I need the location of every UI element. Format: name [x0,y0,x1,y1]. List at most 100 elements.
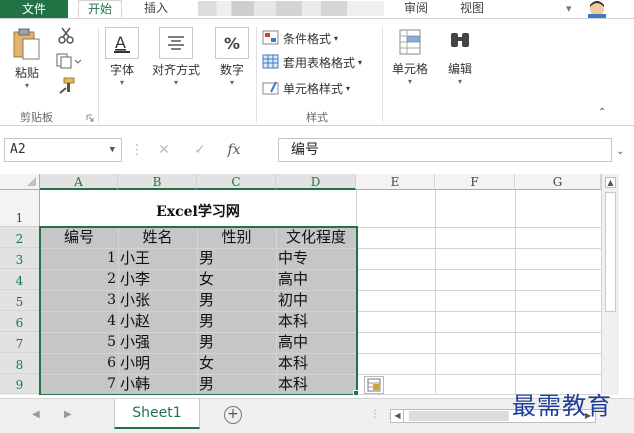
chevron-down-icon: ▾ [119,78,124,87]
editing-label: 编辑 [447,62,472,76]
tab-insert[interactable]: 插入 [136,0,176,18]
format-as-table-label: 套用表格格式 [283,55,356,70]
selection-border [39,226,358,395]
column-header-b[interactable]: B [118,174,197,190]
copy-icon[interactable] [56,53,82,69]
number-label: 数字 [219,63,244,77]
cancel-icon[interactable]: ✕ [144,142,184,158]
sheet-tab-sheet1[interactable]: Sheet1 [114,399,200,429]
row-header-7[interactable]: 7 [0,332,40,353]
conditional-format-button[interactable]: 条件格式 ▾ [262,27,338,49]
align-icon [159,27,193,59]
cell-styles-icon [262,81,279,95]
chevron-down-icon: ▾ [229,78,234,87]
ribbon: 粘贴 ▾ 剪贴板 A 字体 ▾ 对齐方式 ▾ % 数字 ▾ 条件格式 ▾ 套用表… [0,18,634,126]
cell-styles-button[interactable]: 单元格样式 ▾ [262,77,350,99]
formula-input[interactable]: 编号 [278,138,612,162]
row-header-8[interactable]: 8 [0,353,40,374]
tab-file[interactable]: 文件 [0,0,68,18]
cells-button[interactable]: 单元格 ▾ [388,27,432,87]
sheet-title[interactable]: Excel学习网 [40,202,356,222]
percent-icon: % [215,27,249,59]
format-painter-icon[interactable] [58,77,76,95]
quick-analysis-icon [367,378,381,392]
collapse-ribbon-icon[interactable]: ⌃ [598,107,606,118]
chevron-down-icon: ▾ [407,77,412,86]
scroll-thumb[interactable] [409,411,509,421]
vertical-scrollbar[interactable]: ▲ [601,174,619,395]
user-avatar[interactable] [584,0,610,20]
expand-formula-bar-icon[interactable]: ⌄ [616,146,624,157]
chevron-down-icon: ▾ [24,81,29,90]
tab-split-handle[interactable]: ⋮ [370,409,380,420]
cells-label: 单元格 [391,62,428,76]
paste-button[interactable]: 粘贴 ▾ [10,27,44,91]
formula-bar: A2 ▼ ⋮ ✕ ✓ fx 编号 ⌄ [0,134,634,166]
cells-icon [399,29,421,55]
column-header-c[interactable]: C [197,174,276,190]
format-as-table-icon [262,54,279,69]
gridline [435,190,436,395]
cut-icon[interactable] [56,27,76,45]
column-header-d[interactable]: D [276,174,356,190]
add-sheet-icon[interactable]: + [224,406,242,424]
worksheet-grid[interactable]: A B C D E F G 1 2 3 4 5 6 7 8 9 10 Excel… [0,174,601,395]
cell-styles-label: 单元格样式 [283,81,344,96]
sheet-prev-icon[interactable]: ◀ [32,409,40,420]
row-header-10[interactable]: 10 [0,394,40,395]
row-header-9[interactable]: 9 [0,374,40,394]
alignment-label: 对齐方式 [151,63,200,77]
font-label: 字体 [109,63,134,77]
chevron-down-icon: ▾ [358,57,363,67]
column-header-g[interactable]: G [515,174,601,190]
chevron-down-icon: ▾ [173,78,178,87]
row-header-1[interactable]: 1 [0,190,40,227]
tab-review[interactable]: 审阅 [396,0,436,18]
row-header-4[interactable]: 4 [0,269,40,290]
chevron-down-icon[interactable]: ▼ [110,139,115,161]
ribbon-options-icon[interactable]: ▾ [566,0,572,18]
editing-button[interactable]: 编辑 ▾ [440,27,480,87]
group-divider [382,27,383,123]
gridline [515,190,516,395]
scroll-thumb[interactable] [605,192,616,312]
tab-view[interactable]: 视图 [452,0,492,18]
font-icon: A [105,27,139,59]
select-all-button[interactable] [0,174,40,190]
row-header-3[interactable]: 3 [0,248,40,269]
column-header-a[interactable]: A [40,174,118,190]
sheet-next-icon[interactable]: ▶ [64,409,72,420]
alignment-button[interactable]: 对齐方式 ▾ [146,27,206,88]
dialog-launcher-icon[interactable] [86,114,94,122]
quick-analysis-button[interactable] [364,376,384,394]
conditional-format-icon [262,30,279,45]
paste-icon [13,28,40,60]
column-header-f[interactable]: F [435,174,515,190]
binoculars-icon [451,33,469,47]
formula-bar-buttons: ⋮ ✕ ✓ fx [130,138,252,162]
fill-handle[interactable] [353,390,359,395]
name-box-value: A2 [10,142,26,157]
row-header-6[interactable]: 6 [0,311,40,332]
clipboard-group-label: 剪贴板 [20,111,53,124]
number-button[interactable]: % 数字 ▾ [214,27,250,88]
svg-text:A: A [115,33,126,52]
chevron-down-icon: ▾ [346,83,351,93]
blurred-tabs [198,1,384,16]
tab-home[interactable]: 开始 [78,0,122,19]
font-button[interactable]: A 字体 ▾ [104,27,140,88]
chevron-down-icon: ▾ [457,77,462,86]
paste-label: 粘贴 [14,66,39,80]
name-box[interactable]: A2 ▼ [4,138,122,162]
conditional-format-label: 条件格式 [283,31,332,46]
scroll-up-icon[interactable]: ▲ [605,177,616,188]
scroll-left-icon[interactable]: ◀ [392,410,404,422]
more-icon: ⋮ [130,142,144,158]
insert-function-icon[interactable]: fx [216,142,252,158]
enter-icon[interactable]: ✓ [184,142,216,158]
row-header-2[interactable]: 2 [0,227,40,248]
styles-group-label: 样式 [306,111,328,124]
row-header-5[interactable]: 5 [0,290,40,311]
column-header-e[interactable]: E [356,174,435,190]
format-as-table-button[interactable]: 套用表格格式 ▾ [262,51,362,73]
